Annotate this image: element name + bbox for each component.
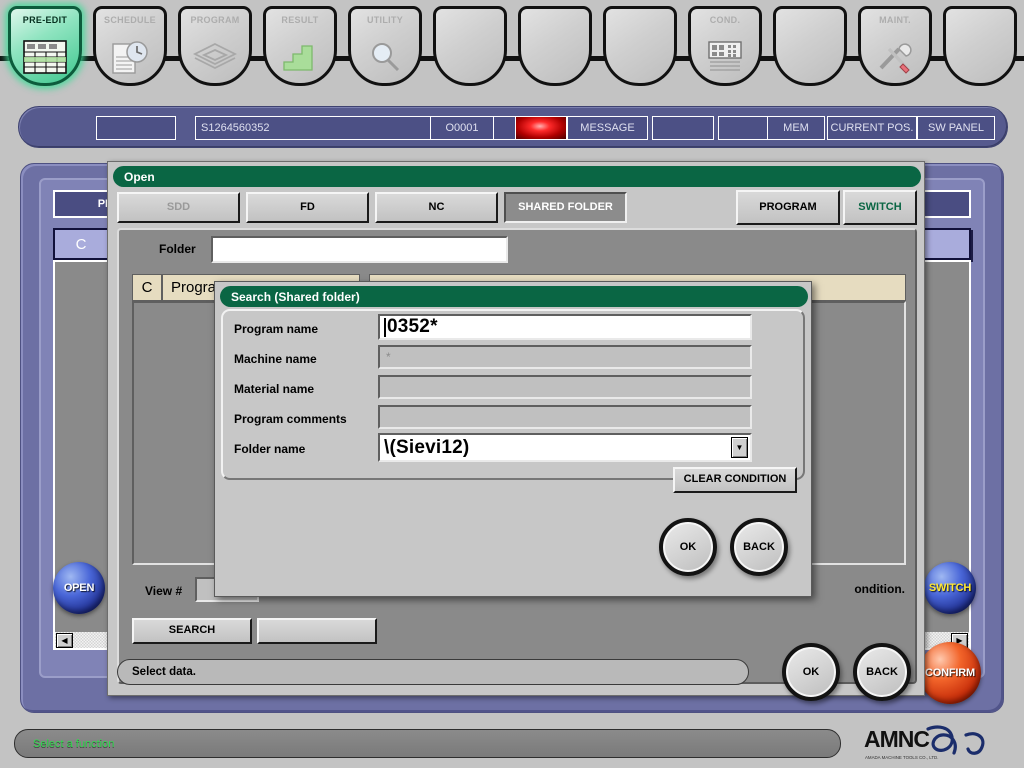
svg-text:AMNC: AMNC bbox=[864, 726, 929, 752]
material-name-label: Material name bbox=[234, 382, 315, 396]
machine-name-input[interactable]: * bbox=[378, 345, 752, 369]
scroll-left-icon[interactable]: ◀ bbox=[56, 632, 73, 648]
status-message-button[interactable]: MESSAGE bbox=[567, 116, 648, 140]
search-dialog-title: Search (Shared folder) bbox=[220, 286, 808, 307]
program-name-label: Program name bbox=[234, 322, 319, 336]
list-column-header-c: C bbox=[132, 274, 162, 301]
open-tab-shared-folder[interactable]: SHARED FOLDER bbox=[504, 192, 627, 223]
document-clock-icon bbox=[96, 31, 164, 83]
open-dialog-title: Open bbox=[113, 166, 921, 187]
machine-name-label: Machine name bbox=[234, 352, 317, 366]
folder-name-value: \(Sievi12) bbox=[384, 436, 470, 458]
clear-condition-button[interactable]: CLEAR CONDITION bbox=[673, 467, 797, 493]
open-program-button[interactable]: PROGRAM bbox=[736, 190, 840, 225]
nav-tab-schedule[interactable]: SCHEDULE bbox=[93, 6, 167, 86]
nav-tab-pre-edit[interactable]: PRE-EDIT bbox=[8, 6, 82, 86]
view-number-label: View # bbox=[145, 584, 183, 598]
layers-icon bbox=[181, 31, 249, 83]
top-navigation-bar: PRE-EDIT SCHEDULE PROGRAM RESULT UTILITY… bbox=[0, 0, 1024, 96]
open-dialog-ok-button[interactable]: OK bbox=[782, 643, 840, 701]
material-name-input[interactable] bbox=[378, 375, 752, 399]
nav-tab-blank-2[interactable] bbox=[518, 6, 592, 86]
nav-tab-label: MAINT. bbox=[879, 15, 911, 25]
open-tab-fd[interactable]: FD bbox=[246, 192, 369, 223]
nav-tab-maint[interactable]: MAINT. bbox=[858, 6, 932, 86]
nav-tab-label: PROGRAM bbox=[190, 15, 240, 25]
program-name-input[interactable]: 0352* bbox=[378, 314, 752, 340]
bar-steps-icon bbox=[266, 31, 334, 83]
nav-tab-label: UTILITY bbox=[366, 15, 404, 25]
open-tab-nc[interactable]: NC bbox=[375, 192, 498, 223]
blank-button[interactable] bbox=[257, 618, 377, 644]
status-slot-blank-1[interactable] bbox=[96, 116, 176, 140]
nav-tab-label: COND. bbox=[709, 15, 741, 25]
status-slot-blank-2[interactable] bbox=[652, 116, 714, 140]
nav-tab-blank-1[interactable] bbox=[433, 6, 507, 86]
footer-status-bar: Select a function bbox=[14, 729, 841, 758]
text-caret-icon bbox=[384, 317, 386, 337]
chevron-down-icon[interactable]: ▼ bbox=[731, 437, 748, 458]
search-dialog-ok-button[interactable]: OK bbox=[659, 518, 717, 576]
machine-status-bar: S1264560352 O0001 MESSAGE MEM CURRENT PO… bbox=[18, 106, 1008, 148]
nav-tab-program[interactable]: PROGRAM bbox=[178, 6, 252, 86]
nav-tab-blank-3[interactable] bbox=[603, 6, 677, 86]
alarm-lamp-icon bbox=[515, 116, 567, 140]
open-ball-button[interactable]: OPEN bbox=[53, 562, 105, 614]
program-comments-input[interactable] bbox=[378, 405, 752, 429]
nav-tab-blank-4[interactable] bbox=[773, 6, 847, 86]
status-mode[interactable]: MEM bbox=[767, 116, 825, 140]
search-dialog-back-button[interactable]: BACK bbox=[730, 518, 788, 576]
svg-text:AMADA MACHINE TOOLS CO., LTD.: AMADA MACHINE TOOLS CO., LTD. bbox=[865, 755, 938, 760]
nav-tab-label: RESULT bbox=[281, 15, 319, 25]
status-o-number[interactable]: O0001 bbox=[430, 116, 494, 140]
folder-name-combo[interactable]: \(Sievi12) ▼ bbox=[378, 433, 752, 462]
switch-ball-button[interactable]: SWITCH bbox=[924, 562, 976, 614]
nav-tab-blank-5[interactable] bbox=[943, 6, 1017, 86]
program-name-value: 0352* bbox=[387, 316, 438, 337]
tools-icon bbox=[861, 31, 929, 83]
search-dialog: Search (Shared folder) Program name 0352… bbox=[214, 281, 812, 597]
program-comments-label: Program comments bbox=[234, 412, 347, 426]
grid-table-icon bbox=[11, 31, 79, 83]
folder-name-label: Folder name bbox=[234, 442, 306, 456]
status-sw-panel-button[interactable]: SW PANEL bbox=[917, 116, 995, 140]
nav-tab-cond[interactable]: COND. bbox=[688, 6, 762, 86]
open-switch-button[interactable]: SWITCH bbox=[843, 190, 917, 225]
search-button[interactable]: SEARCH bbox=[132, 618, 252, 644]
status-current-pos-button[interactable]: CURRENT POS. bbox=[827, 116, 917, 140]
nav-tab-label: PRE-EDIT bbox=[22, 15, 68, 25]
nav-tab-utility[interactable]: UTILITY bbox=[348, 6, 422, 86]
background-left-column-header: C bbox=[53, 228, 109, 260]
app-root: PRE-EDIT SCHEDULE PROGRAM RESULT UTILITY… bbox=[0, 0, 1024, 768]
folder-label: Folder bbox=[159, 242, 196, 256]
open-tab-sdd[interactable]: SDD bbox=[117, 192, 240, 223]
search-conditions-group: Program name 0352* Machine name * Materi… bbox=[221, 309, 805, 493]
open-dialog-back-button[interactable]: BACK bbox=[853, 643, 911, 701]
confirm-ball-button[interactable]: CONFIRM bbox=[919, 642, 981, 704]
magnifier-icon bbox=[351, 31, 419, 83]
condition-card-icon bbox=[691, 31, 759, 83]
nav-tab-label: SCHEDULE bbox=[104, 15, 156, 25]
nav-tab-result[interactable]: RESULT bbox=[263, 6, 337, 86]
amnc-pc-logo: AMNC AMADA MACHINE TOOLS CO., LTD. bbox=[862, 723, 1012, 765]
condition-tail-text: ondition. bbox=[854, 582, 905, 596]
folder-combo[interactable] bbox=[211, 236, 508, 263]
open-dialog-status-message: Select data. bbox=[117, 659, 749, 685]
